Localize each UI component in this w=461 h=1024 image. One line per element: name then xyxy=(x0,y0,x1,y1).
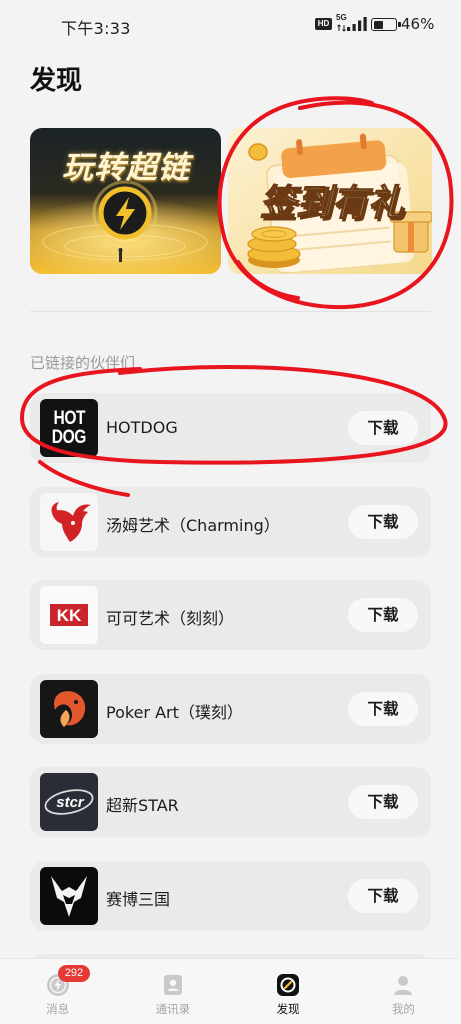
list-item-keke-art[interactable]: KK 可可艺术（刻刻） 下载 xyxy=(30,580,431,650)
partner-name: 可可艺术（刻刻） xyxy=(106,609,235,628)
super-new-star-logo: stcr xyxy=(40,773,98,831)
battery-icon xyxy=(371,18,401,31)
hotdog-logo-text-top: HOT xyxy=(53,408,85,429)
tab-discover[interactable]: 发现 xyxy=(231,959,346,1024)
download-button[interactable]: 下载 xyxy=(348,504,418,539)
tab-label: 我的 xyxy=(391,1002,415,1016)
partner-name: 超新STAR xyxy=(106,796,179,815)
download-button[interactable]: 下载 xyxy=(348,691,418,726)
cyber-three-kingdoms-logo xyxy=(40,866,98,925)
super-new-star-logo-text: stcr xyxy=(56,794,85,811)
tab-label: 消息 xyxy=(46,1002,70,1016)
section-label-linked-partners: 已链接的伙伴们 xyxy=(30,354,136,372)
banner-check-in-reward[interactable]: 签到有礼 xyxy=(228,128,432,274)
tab-label: 发现 xyxy=(276,1002,300,1016)
charming-logo xyxy=(40,492,98,551)
hotdog-logo: HOT DOG xyxy=(40,399,98,457)
network-label: 5G xyxy=(336,13,347,22)
partner-name: Poker Art（璞刻） xyxy=(106,702,243,722)
hd-badge: HD xyxy=(315,18,332,30)
banner-super-link[interactable]: 玩转超链 xyxy=(30,128,221,274)
download-button[interactable]: 下载 xyxy=(348,411,418,445)
partner-name: HOTDOG xyxy=(106,418,178,437)
contacts-icon xyxy=(163,975,182,995)
banner-check-in-title: 签到有礼 xyxy=(259,182,405,224)
download-button[interactable]: 下载 xyxy=(348,598,418,632)
partner-name: 赛博三国 xyxy=(106,889,171,909)
battery-percent: 46% xyxy=(401,15,435,33)
tab-messages[interactable]: 消息 292 xyxy=(0,959,115,1024)
partner-list: HOT DOG HOTDOG 下载 汤姆艺术（Charming） 下载 KK 可… xyxy=(30,393,431,1024)
divider xyxy=(30,311,431,312)
data-arrows-icon xyxy=(337,24,346,32)
hotdog-logo-text-bottom: DOG xyxy=(51,427,87,448)
signal-icon xyxy=(347,17,367,31)
unread-badge: 292 xyxy=(58,965,90,982)
keke-logo: KK xyxy=(40,586,98,644)
tab-label: 通讯录 xyxy=(155,1002,191,1016)
list-item-poker-art[interactable]: Poker Art（璞刻） 下载 xyxy=(30,673,431,744)
status-bar: 下午3:33 HD 5G 46% xyxy=(0,0,461,44)
list-item-super-new-star[interactable]: stcr 超新STAR 下载 xyxy=(30,767,431,837)
list-item-charming[interactable]: 汤姆艺术（Charming） 下载 xyxy=(30,486,431,557)
download-button[interactable]: 下载 xyxy=(348,878,418,913)
keke-logo-text: KK xyxy=(57,606,82,625)
download-button[interactable]: 下载 xyxy=(348,785,418,819)
list-item-hotdog[interactable]: HOT DOG HOTDOG 下载 xyxy=(30,393,431,463)
bottom-tab-bar: 消息 292 通讯录 发现 我的 xyxy=(0,958,461,1024)
poker-art-logo xyxy=(40,679,98,738)
partner-name: 汤姆艺术（Charming） xyxy=(106,515,280,535)
banner-super-link-title: 玩转超链 xyxy=(62,150,190,186)
page-title: 发现 xyxy=(30,66,83,96)
battery-level-fill xyxy=(373,20,384,29)
tab-contacts[interactable]: 通讯录 xyxy=(115,959,230,1024)
profile-icon xyxy=(394,976,413,995)
discover-icon xyxy=(277,974,300,996)
list-item-cyber-three-kingdoms[interactable]: 赛博三国 下载 xyxy=(30,860,431,931)
status-time: 下午3:33 xyxy=(61,19,131,38)
tab-profile[interactable]: 我的 xyxy=(346,959,461,1024)
